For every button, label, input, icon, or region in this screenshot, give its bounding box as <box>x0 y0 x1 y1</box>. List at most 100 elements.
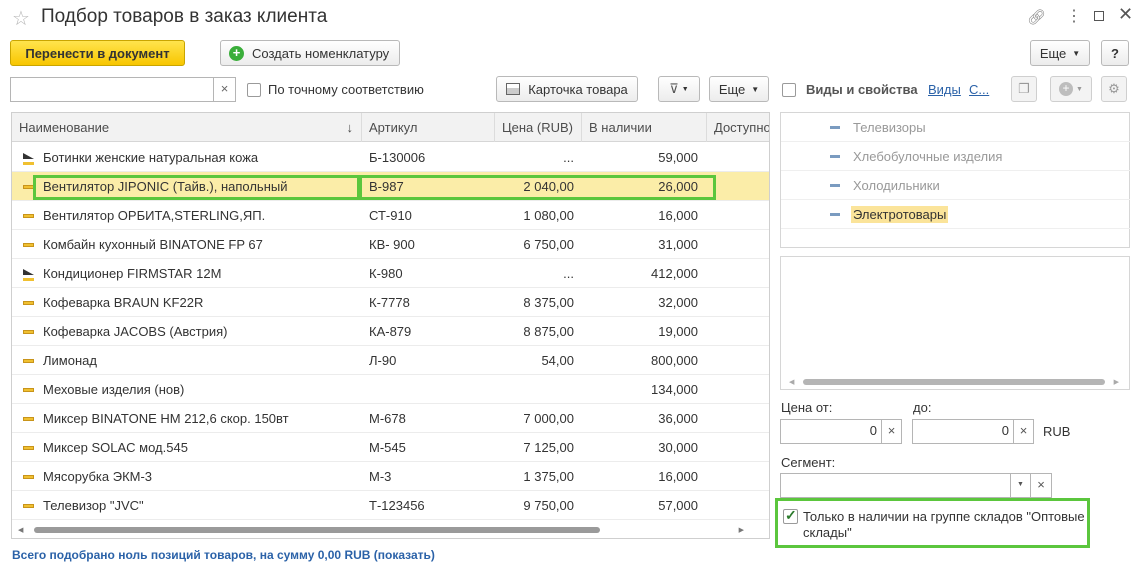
cell-name: Миксер BINATONE HM 212,6 скор. 150вт <box>43 411 289 426</box>
group-item[interactable]: Холодильники <box>781 171 1130 200</box>
cell-stock: 412,000 <box>651 266 698 281</box>
cell-name: Вентилятор ОРБИТА,STERLING,ЯП. <box>43 208 266 223</box>
search-clear-button[interactable]: × <box>213 77 236 102</box>
table-row[interactable]: Лимонад Л-90 54,00 800,000 <box>12 346 769 375</box>
column-header-name[interactable]: Наименование ↓ <box>12 113 362 142</box>
copy-button[interactable]: ❐ <box>1011 76 1037 102</box>
table-row[interactable]: Вентилятор ОРБИТА,STERLING,ЯП. СТ-910 1 08… <box>12 201 769 230</box>
more-button-top[interactable]: Еще ▼ <box>1030 40 1090 66</box>
scrollbar-thumb[interactable] <box>803 379 1105 385</box>
cell-price: 54,00 <box>541 353 574 368</box>
segment-label: Сегмент: <box>781 455 836 470</box>
scrollbar-right-arrow[interactable]: ▶ <box>1114 378 1119 386</box>
dropdown-arrow-icon: ▼ <box>751 84 760 94</box>
column-header-stock[interactable]: В наличии <box>582 113 707 142</box>
summary-link[interactable]: Всего подобрано ноль позиций товаров, на… <box>12 548 435 562</box>
table-row[interactable]: Ботинки женские натуральная кожа Б-130006… <box>12 143 769 172</box>
more-button-list[interactable]: Еще ▼ <box>709 76 769 102</box>
views-properties-checkbox[interactable] <box>782 83 796 97</box>
price-to-label: до: <box>913 400 932 415</box>
item-icon <box>23 504 34 508</box>
cell-price: 7 125,00 <box>523 440 574 455</box>
highlight-name-box <box>33 175 360 200</box>
item-icon <box>23 330 34 334</box>
more-list-label: Еще <box>718 81 746 97</box>
create-nomenclature-button[interactable]: + Создать номенклатуру <box>220 40 400 66</box>
scrollbar-thumb[interactable] <box>34 527 600 533</box>
price-from-clear-button[interactable]: × <box>881 419 902 444</box>
c-link[interactable]: С... <box>969 82 989 97</box>
favorite-star-icon[interactable]: ☆ <box>12 6 30 31</box>
cell-stock: 30,000 <box>658 440 698 455</box>
table-row[interactable]: Меховые изделия (нов) 134,000 <box>12 375 769 404</box>
cell-article: К-7778 <box>369 295 410 310</box>
scrollbar-left-arrow[interactable]: ◀ <box>789 378 794 386</box>
price-from-label: Цена от: <box>781 400 833 415</box>
table-row[interactable]: Кондиционер FIRMSTAR 12M К-980... 412,000 <box>12 259 769 288</box>
column-header-price[interactable]: Цена (RUB) <box>495 113 582 142</box>
search-input[interactable] <box>10 77 214 102</box>
cell-name: Кофеварка BRAUN KF22R <box>43 295 204 310</box>
group-label: Телевизоры <box>853 120 926 135</box>
close-icon[interactable]: ✕ <box>1118 4 1133 25</box>
cell-article: К-980 <box>369 266 403 281</box>
group-item[interactable]: Электротовары <box>781 200 1130 229</box>
cell-stock: 36,000 <box>658 411 698 426</box>
settings-button[interactable]: ⚙ <box>1101 76 1127 102</box>
group-icon <box>830 184 840 187</box>
group-icon <box>830 155 840 158</box>
scrollbar-right-arrow[interactable]: ▶ <box>739 526 744 534</box>
table-row[interactable]: Комбайн кухонный BINATONE FP 67 КВ- 900 6 … <box>12 230 769 259</box>
cell-name: Кофеварка JACOBS (Австрия) <box>43 324 228 339</box>
table-row[interactable]: Миксер SOLAC мод.545 М-545 7 125,00 30,000 <box>12 433 769 462</box>
group-item[interactable]: Хлебобулочные изделия <box>781 142 1130 171</box>
card-icon <box>506 83 521 95</box>
table-row[interactable]: Телевизор "JVC" Т-123456 9 750,00 57,000 <box>12 491 769 520</box>
item-icon <box>23 214 34 218</box>
cell-article: Л-90 <box>369 353 397 368</box>
maximize-icon[interactable] <box>1094 11 1104 21</box>
segment-dropdown-button[interactable]: ▼ <box>1010 473 1031 498</box>
cell-stock: 134,000 <box>651 382 698 397</box>
table-scrollbar[interactable]: ◀ ▶ <box>18 526 744 534</box>
column-header-available[interactable]: Доступно <box>707 113 769 142</box>
exact-match-checkbox[interactable] <box>247 83 261 97</box>
table-row[interactable]: Кофеварка JACOBS (Австрия) КА-879 8 875,00… <box>12 317 769 346</box>
properties-panel <box>780 256 1130 390</box>
table-row[interactable]: Кофеварка BRAUN KF22R К-7778 8 375,00 32,00… <box>12 288 769 317</box>
item-icon <box>23 243 34 247</box>
transfer-to-document-button[interactable]: Перенести в документ <box>10 40 185 66</box>
segment-clear-button[interactable]: × <box>1030 473 1052 498</box>
cell-article: М-545 <box>369 440 406 455</box>
sort-arrow-icon: ↓ <box>346 120 354 135</box>
filter-button[interactable]: ⊽ ▼ <box>658 76 700 102</box>
add-button[interactable]: + ▼ <box>1050 76 1092 102</box>
views-link[interactable]: Виды <box>928 82 961 97</box>
highlight-checkbox-box <box>775 498 1090 548</box>
help-button[interactable]: ? <box>1101 40 1129 66</box>
cell-price: 6 750,00 <box>523 237 574 252</box>
segment-field[interactable] <box>780 473 1011 498</box>
product-card-button[interactable]: Карточка товара <box>496 76 638 102</box>
table-row[interactable]: Миксер BINATONE HM 212,6 скор. 150вт М-67… <box>12 404 769 433</box>
cell-name: Мясорубка ЭКМ-3 <box>43 469 153 484</box>
link-icon[interactable]: 🔗︎ <box>1027 8 1046 26</box>
copy-icon: ❐ <box>1018 81 1030 96</box>
group-label: Электротовары <box>851 206 949 223</box>
table-row[interactable]: Мясорубка ЭКМ-3 М-3 1 375,00 16,000 <box>12 462 769 491</box>
item-group-icon <box>23 269 34 281</box>
price-to-clear-button[interactable]: × <box>1013 419 1034 444</box>
cell-stock: 16,000 <box>658 208 698 223</box>
price-from-field[interactable]: 0 <box>780 419 882 444</box>
scrollbar-left-arrow[interactable]: ◀ <box>18 526 23 534</box>
properties-scrollbar[interactable]: ◀ ▶ <box>789 378 1119 386</box>
gear-icon: ⚙ <box>1108 81 1120 96</box>
group-item[interactable]: Телевизоры <box>781 113 1130 142</box>
table-header: Наименование ↓ Артикул Цена (RUB) В нали… <box>12 113 769 142</box>
cell-price: 9 750,00 <box>523 498 574 513</box>
price-to-field[interactable]: 0 <box>912 419 1014 444</box>
group-icon <box>830 126 840 129</box>
menu-icon[interactable]: ⋮ <box>1066 6 1082 26</box>
cell-price: 8 875,00 <box>523 324 574 339</box>
column-header-article[interactable]: Артикул <box>362 113 495 142</box>
